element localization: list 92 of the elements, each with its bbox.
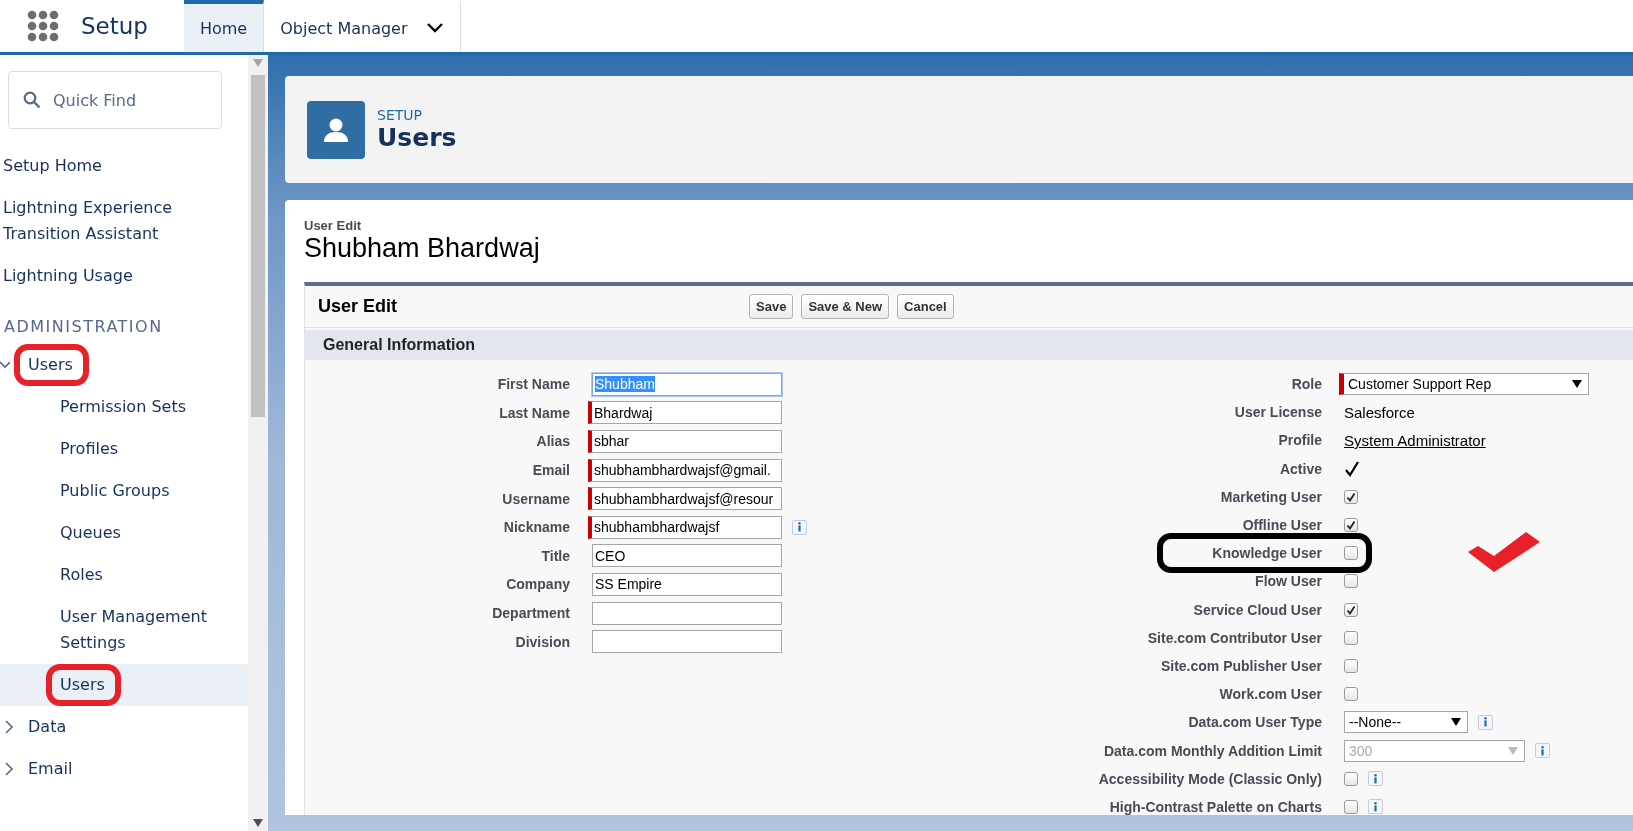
chevron-down-icon[interactable] bbox=[425, 22, 444, 34]
text-input[interactable]: shubhambhardwajsf@resour bbox=[588, 487, 782, 511]
chevron-icon[interactable] bbox=[4, 720, 14, 734]
section-heading: ADMINISTRATION bbox=[3, 316, 164, 338]
text-input[interactable] bbox=[592, 601, 782, 625]
record-title: Shubham Bhardwaj bbox=[304, 233, 541, 264]
field-label: Title bbox=[540, 547, 570, 564]
nav-item[interactable]: User Management Settings bbox=[0, 596, 248, 664]
form-button[interactable]: Save bbox=[749, 294, 794, 319]
field-label: Marketing User bbox=[1219, 488, 1322, 505]
search-field[interactable]: Quick Find bbox=[8, 71, 222, 129]
field-label: Alias bbox=[535, 433, 570, 450]
field-label: Knowledge User bbox=[1211, 545, 1322, 562]
field-value: Salesforce bbox=[1344, 403, 1415, 421]
field-label: Nickname bbox=[502, 519, 570, 536]
caret-icon bbox=[1508, 746, 1518, 755]
field-label: Work.com User bbox=[1218, 686, 1322, 703]
field-label: Active bbox=[1278, 460, 1322, 477]
checkbox[interactable] bbox=[1344, 687, 1358, 702]
field-label: Service Cloud User bbox=[1192, 601, 1322, 618]
app-launcher-icon[interactable] bbox=[27, 10, 59, 42]
nav-item[interactable]: Permission Sets bbox=[0, 386, 248, 428]
page-eyebrow: SETUP bbox=[377, 107, 423, 123]
field-label: High-Contrast Palette on Charts bbox=[1108, 798, 1322, 815]
scroll-bar[interactable] bbox=[248, 55, 268, 831]
nav-item[interactable]: Setup Home bbox=[0, 145, 248, 187]
checkbox[interactable] bbox=[1344, 771, 1358, 786]
select-field[interactable]: Customer Support Rep bbox=[1339, 373, 1589, 396]
field-label: Accessibility Mode (Classic Only) bbox=[1097, 770, 1322, 787]
field-label: Last Name bbox=[498, 404, 570, 421]
nav-item[interactable]: Lightning Usage bbox=[0, 255, 248, 297]
nav-item[interactable]: Profiles bbox=[0, 428, 248, 470]
chevron-icon[interactable] bbox=[4, 762, 14, 776]
checkbox[interactable] bbox=[1344, 518, 1358, 533]
section-title: General Information bbox=[305, 330, 1633, 360]
field-label: Company bbox=[505, 576, 570, 593]
nav-item[interactable]: Data bbox=[0, 706, 248, 748]
nav-item[interactable]: Users bbox=[0, 664, 248, 706]
caret-icon bbox=[253, 819, 263, 827]
nav-item[interactable]: Queues bbox=[0, 512, 248, 554]
field-label: User License bbox=[1233, 404, 1322, 421]
select-field[interactable]: --None-- bbox=[1344, 711, 1468, 734]
nav-item[interactable]: Lightning Experience Transition Assistant bbox=[0, 187, 248, 255]
info-icon[interactable] bbox=[792, 519, 807, 535]
field-label: Profile bbox=[1277, 432, 1322, 449]
record-eyebrow: User Edit bbox=[304, 218, 363, 233]
caret-icon bbox=[1451, 718, 1461, 727]
nav-item[interactable]: Email bbox=[0, 748, 248, 790]
field-label: Department bbox=[491, 605, 570, 622]
checkbox[interactable] bbox=[1344, 799, 1358, 814]
text-input[interactable]: shubhambhardwajsf bbox=[588, 515, 782, 539]
field-label: Data.com Monthly Addition Limit bbox=[1102, 742, 1322, 759]
checkbox[interactable] bbox=[1344, 630, 1358, 645]
text-input[interactable]: Bhardwaj bbox=[588, 401, 782, 425]
field-label: Site.com Contributor User bbox=[1146, 629, 1322, 646]
checkbox[interactable] bbox=[1344, 658, 1358, 673]
text-input[interactable]: CEO bbox=[592, 544, 782, 568]
nav-item[interactable]: Roles bbox=[0, 554, 248, 596]
nav-tab[interactable]: Home bbox=[183, 0, 265, 52]
caret-icon bbox=[253, 59, 263, 67]
info-icon[interactable] bbox=[1368, 799, 1383, 815]
field-label: Flow User bbox=[1254, 573, 1322, 590]
checkbox[interactable] bbox=[1344, 574, 1358, 589]
nav-item[interactable]: Public Groups bbox=[0, 470, 248, 512]
search-icon bbox=[23, 91, 41, 109]
form-button[interactable]: Save & New bbox=[801, 294, 890, 319]
nav-tab[interactable]: Object Manager bbox=[264, 0, 461, 52]
user-icon bbox=[307, 100, 365, 159]
caret-icon bbox=[1572, 380, 1582, 389]
profile-link[interactable]: System Administrator bbox=[1344, 431, 1486, 449]
checkbox[interactable] bbox=[1344, 546, 1358, 561]
field-label: Offline User bbox=[1241, 517, 1322, 534]
field-label: Data.com User Type bbox=[1187, 714, 1322, 731]
field-label: Site.com Publisher User bbox=[1159, 657, 1322, 674]
field-label: First Name bbox=[496, 376, 570, 393]
info-icon[interactable] bbox=[1478, 714, 1493, 730]
checkbox[interactable] bbox=[1344, 489, 1358, 504]
field-label: Username bbox=[501, 490, 570, 507]
text-input[interactable]: sbhar bbox=[588, 430, 782, 453]
page-title: Users bbox=[377, 123, 457, 152]
field-label: Email bbox=[531, 462, 570, 479]
nav-item[interactable]: Users bbox=[0, 344, 248, 386]
field-label: Division bbox=[514, 633, 570, 650]
text-input[interactable]: SS Empire bbox=[592, 572, 782, 596]
app-name: Setup bbox=[81, 13, 148, 39]
info-icon[interactable] bbox=[1368, 771, 1383, 787]
panel-title: User Edit bbox=[318, 296, 399, 317]
field-label: Role bbox=[1290, 376, 1322, 393]
checkbox[interactable] bbox=[1344, 602, 1358, 617]
form-button[interactable]: Cancel bbox=[897, 294, 954, 319]
text-input[interactable]: shubhambhardwajsf@gmail. bbox=[588, 458, 782, 482]
text-input[interactable] bbox=[592, 630, 782, 654]
